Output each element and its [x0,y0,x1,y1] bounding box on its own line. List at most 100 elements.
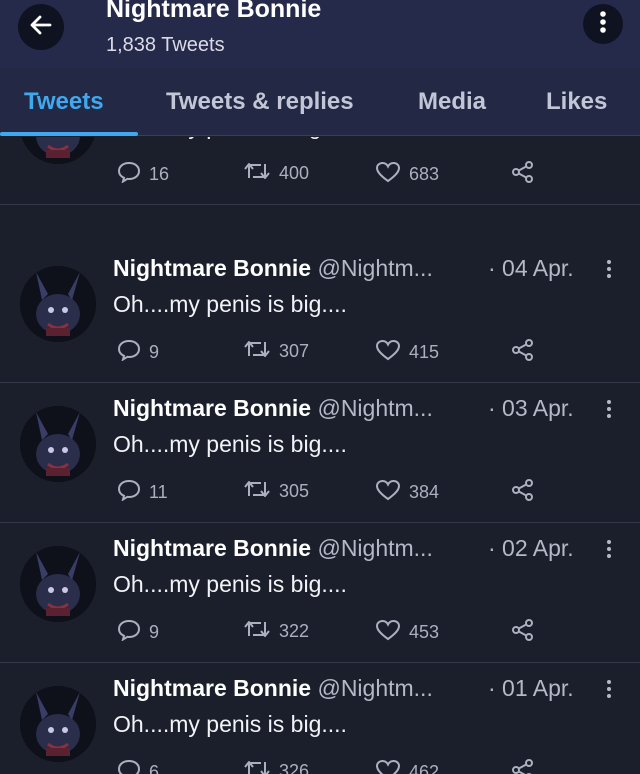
like-count: 384 [409,482,440,502]
tweet-date[interactable]: · 03 Apr. [488,395,574,422]
more-vertical-icon[interactable] [606,535,612,565]
tweet-author-handle[interactable]: @Nightm... [317,675,432,701]
tweet-item[interactable]: Nightmare Bonnie @Nightm... · 03 Apr. Oh… [0,383,640,523]
tweet-author-handle[interactable]: @Nightm... [317,395,432,421]
share-button[interactable] [511,759,543,774]
tweet-item[interactable]: Nightmare Bonnie @Nightm... · 02 Apr. Oh… [0,523,640,663]
tweet-feed[interactable]: Nightmare Bonnie @Nightm... · 05 Apr. Oh… [0,137,640,774]
reply-count: 9 [149,342,160,362]
comment-icon [117,339,149,366]
tweet-author-name[interactable]: Nightmare Bonnie [113,535,311,561]
heart-icon [375,759,409,774]
share-icon [511,479,543,506]
tweet-date[interactable]: · 04 Apr. [488,255,574,282]
retweet-count: 400 [279,163,310,183]
avatar[interactable] [20,686,96,762]
tweet-item[interactable]: Nightmare Bonnie @Nightm... · 05 Apr. Oh… [0,137,640,205]
retweet-button[interactable]: 400 [243,161,309,186]
share-icon [511,161,543,188]
retweet-count: 307 [279,341,310,361]
comment-icon [117,479,149,506]
tweet-author-name[interactable]: Nightmare Bonnie [113,255,311,281]
tweet-date[interactable]: · 01 Apr. [488,675,574,702]
avatar[interactable] [20,546,96,622]
like-button[interactable]: 462 [375,759,439,774]
reply-button[interactable]: 9 [117,619,159,646]
tweet-author-name[interactable]: Nightmare Bonnie [113,395,311,421]
comment-icon [117,161,149,188]
retweet-button[interactable]: 326 [243,759,309,774]
avatar[interactable] [20,406,96,482]
tweet-actions: 9 307 415 [113,339,573,365]
share-button[interactable] [511,479,543,506]
like-button[interactable]: 683 [375,161,439,188]
tweet-author-name[interactable]: Nightmare Bonnie [113,675,311,701]
reply-button[interactable]: 9 [117,339,159,366]
arrow-left-icon [28,12,54,43]
tweet-author-handle[interactable]: @Nightm... [317,255,432,281]
tweet-item[interactable]: Nightmare Bonnie @Nightm... · 01 Apr. Oh… [0,663,640,774]
tweet-header: Nightmare Bonnie @Nightm... · 04 Apr. [113,255,623,285]
avatar[interactable] [20,137,96,164]
share-button[interactable] [511,619,543,646]
like-button[interactable]: 453 [375,619,439,646]
heart-icon [375,339,409,366]
tweet-header: Nightmare Bonnie @Nightm... · 03 Apr. [113,395,623,425]
share-icon [511,759,543,774]
more-vertical-icon[interactable] [606,395,612,425]
tab-tweets-replies[interactable]: Tweets & replies [166,88,354,116]
tweet-actions: 11 305 384 [113,479,573,505]
tweet-text: Oh....my penis is big.... [113,571,347,597]
reply-count: 9 [149,622,160,642]
tweet-author-handle[interactable]: @Nightm... [317,535,432,561]
retweet-icon [243,339,279,364]
back-button[interactable] [18,4,64,50]
tweet-text: Oh....my penis is big.... [113,711,347,737]
tweet-text: Oh....my penis is big.... [113,291,347,317]
tweet-text: Oh....my penis is big.... [113,137,347,140]
retweet-count: 322 [279,621,310,641]
reply-button[interactable]: 11 [117,479,168,506]
more-vertical-icon[interactable] [606,675,612,705]
reply-button[interactable]: 16 [117,161,169,188]
tweet-item[interactable]: Nightmare Bonnie @Nightm... · 04 Apr. Oh… [0,243,640,383]
avatar[interactable] [20,266,96,342]
share-button[interactable] [511,161,543,188]
tweet-count: 1,838 Tweets [106,34,225,56]
retweet-count: 326 [279,761,310,774]
heart-icon [375,619,409,646]
more-options-button[interactable] [583,4,623,44]
retweet-count: 305 [279,481,310,501]
share-icon [511,619,543,646]
retweet-button[interactable]: 305 [243,479,309,504]
comment-icon [117,759,149,774]
more-vertical-icon[interactable] [606,255,612,285]
like-button[interactable]: 415 [375,339,439,366]
tab-media[interactable]: Media [418,88,486,116]
retweet-button[interactable]: 322 [243,619,309,644]
more-vertical-icon [599,10,607,39]
tweet-text: Oh....my penis is big.... [113,431,347,457]
like-button[interactable]: 384 [375,479,439,506]
reply-button[interactable]: 6 [117,759,159,774]
retweet-button[interactable]: 307 [243,339,309,364]
like-count: 462 [409,762,440,774]
tweet-header: Nightmare Bonnie @Nightm... · 01 Apr. [113,675,623,705]
heart-icon [375,161,409,188]
tweet-date[interactable]: · 02 Apr. [488,535,574,562]
reply-count: 16 [149,164,170,184]
tab-likes[interactable]: Likes [546,88,607,116]
tweet-actions: 9 322 453 [113,619,573,645]
share-icon [511,339,543,366]
comment-icon [117,619,149,646]
tweet-header: Nightmare Bonnie @Nightm... · 02 Apr. [113,535,623,565]
tab-tweets[interactable]: Tweets [24,88,104,116]
profile-tabs: Tweets Tweets & replies Media Likes [0,68,640,136]
reply-count: 6 [149,762,160,774]
tweet-actions: 6 326 462 [113,759,573,774]
like-count: 453 [409,622,440,642]
profile-header: Nightmare Bonnie 1,838 Tweets [0,0,640,68]
share-button[interactable] [511,339,543,366]
heart-icon [375,479,409,506]
like-count: 683 [409,164,440,184]
